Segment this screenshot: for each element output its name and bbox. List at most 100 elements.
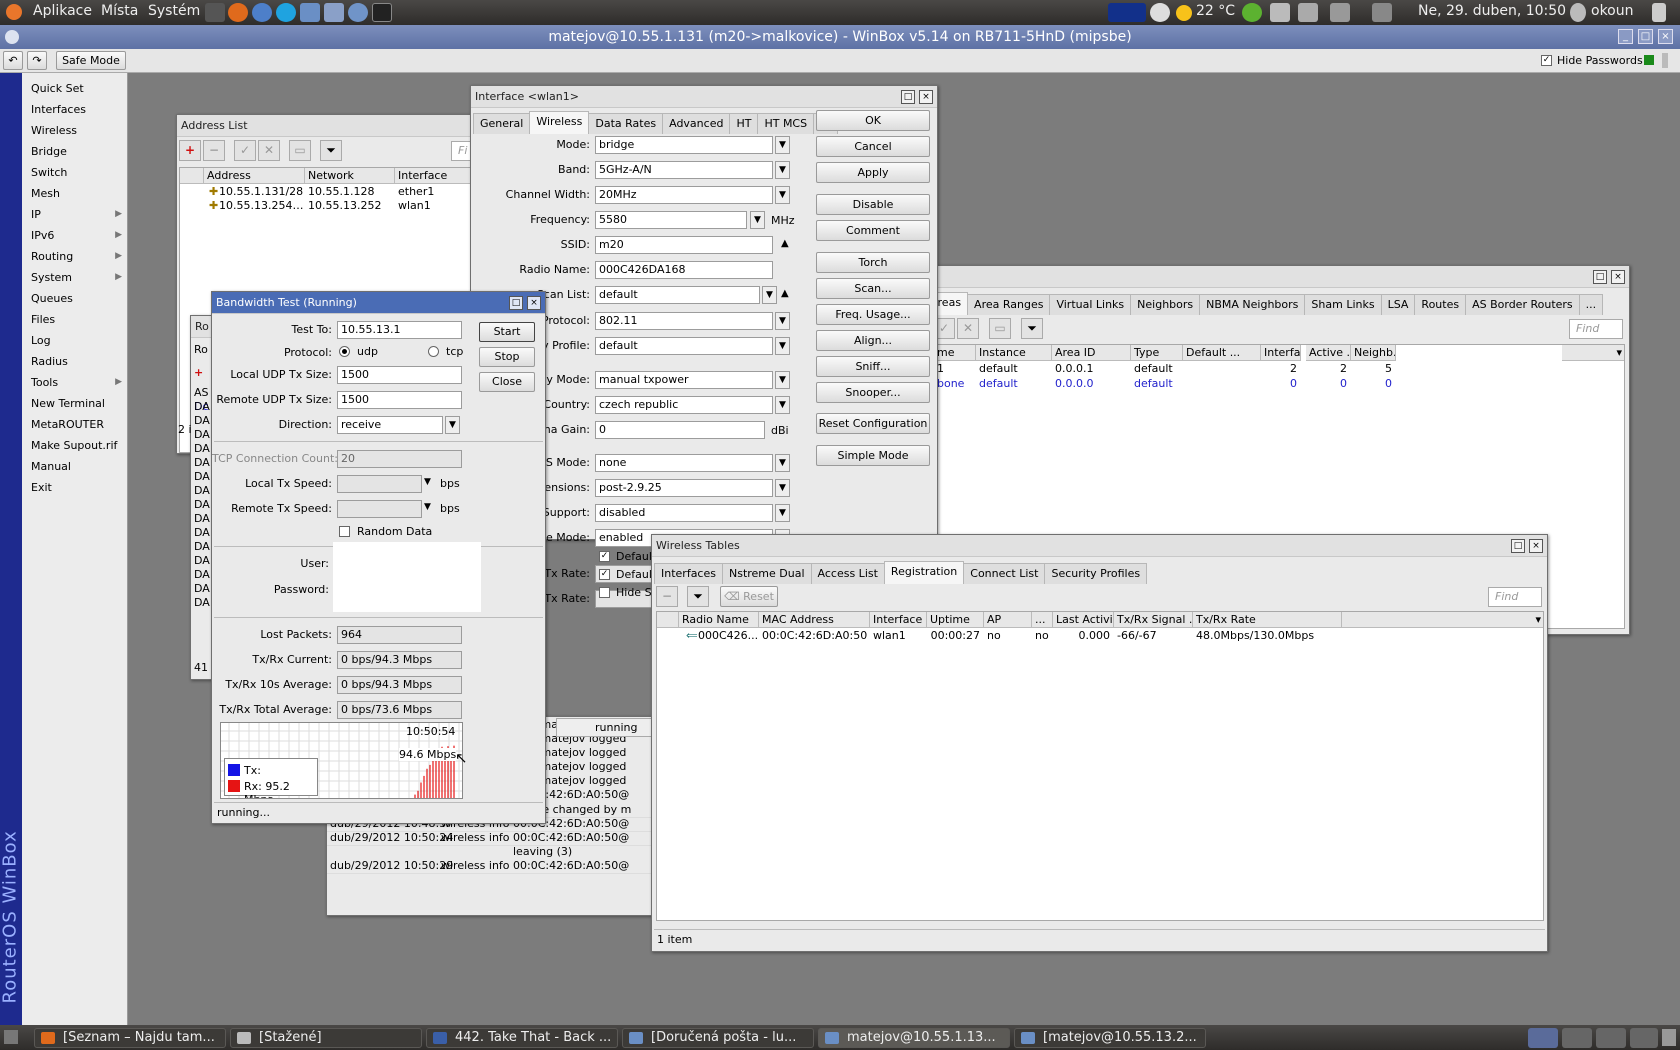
- table-cell[interactable]: default: [976, 377, 1052, 391]
- button-torch[interactable]: Torch: [816, 252, 930, 273]
- table-row-network[interactable]: 10.55.13.252: [305, 199, 393, 213]
- wireless-col-3[interactable]: Uptime: [927, 612, 984, 628]
- tab-area-ranges[interactable]: Area Ranges: [967, 294, 1051, 315]
- comment-button[interactable]: ▭: [289, 140, 311, 161]
- tcp-count-input[interactable]: 20: [337, 450, 462, 468]
- table-cell[interactable]: wlan1: [870, 629, 927, 643]
- button-comment[interactable]: Comment: [816, 220, 930, 241]
- safe-mode-button[interactable]: Safe Mode: [56, 51, 126, 70]
- log-time[interactable]: dub/29/2012 10:50:29: [330, 859, 453, 873]
- bandwidth-test-window[interactable]: Bandwidth Test (Running) □ × Test To: 10…: [211, 291, 546, 824]
- tab-sham-links[interactable]: Sham Links: [1304, 294, 1382, 315]
- workspace-switcher-4[interactable]: [1630, 1028, 1658, 1048]
- interface-close-button[interactable]: ×: [919, 90, 933, 104]
- field-input[interactable]: 802.11: [595, 312, 773, 330]
- table-row-address[interactable]: 10.55.1.131/28: [216, 185, 304, 199]
- button-sniff-[interactable]: Sniff...: [816, 356, 930, 377]
- field-dropdown-icon[interactable]: ▼: [775, 454, 790, 472]
- tab-interfaces[interactable]: Interfaces: [654, 563, 723, 584]
- tab-ht[interactable]: HT: [729, 113, 759, 134]
- hide-passwords-checkbox[interactable]: ✓: [1541, 55, 1552, 66]
- tab--[interactable]: ...: [1578, 294, 1604, 315]
- pidgin-launcher-icon[interactable]: [252, 3, 272, 22]
- ospf-col-2[interactable]: Area ID: [1052, 345, 1131, 361]
- table-cell[interactable]: 0: [1306, 377, 1351, 391]
- wireless-find-input[interactable]: Find: [1488, 587, 1542, 607]
- table-cell[interactable]: 48.0Mbps/130.0Mbps: [1193, 629, 1342, 643]
- tab-nbma-neighbors[interactable]: NBMA Neighbors: [1199, 294, 1306, 315]
- field-input[interactable]: none: [595, 454, 773, 472]
- start-button[interactable]: Start: [479, 322, 535, 342]
- list-item[interactable]: DA: [194, 414, 210, 427]
- direction-dropdown-icon[interactable]: ▼: [445, 416, 460, 434]
- credentials-area[interactable]: [333, 542, 481, 612]
- field-dropdown-icon[interactable]: ▼: [775, 396, 790, 414]
- mail-icon[interactable]: [1372, 3, 1392, 22]
- ubuntu-logo-icon[interactable]: [6, 4, 22, 20]
- sidebar-item-metarouter[interactable]: MetaROUTER: [22, 414, 126, 435]
- skype-launcher-icon[interactable]: [276, 3, 296, 22]
- terminal-launcher-icon[interactable]: [205, 3, 225, 22]
- update-check-icon[interactable]: [1242, 3, 1262, 22]
- enable-button[interactable]: ✓: [234, 140, 256, 161]
- wireless-col-check[interactable]: [657, 612, 679, 628]
- wireless-col-4[interactable]: AP: [984, 612, 1032, 628]
- button-cancel[interactable]: Cancel: [816, 136, 930, 157]
- undo-button[interactable]: ↶: [3, 51, 23, 70]
- menu-applications[interactable]: Aplikace: [33, 3, 92, 19]
- table-row-interface[interactable]: wlan1: [395, 199, 474, 213]
- sidebar-item-ip[interactable]: IP ▶: [22, 204, 126, 225]
- table-row-interface[interactable]: ether1: [395, 185, 474, 199]
- add-button[interactable]: +: [179, 140, 201, 161]
- stop-button[interactable]: Stop: [479, 347, 535, 367]
- signal-strength-icon[interactable]: [1270, 3, 1290, 22]
- wireless-col-0[interactable]: Radio Name: [679, 612, 759, 628]
- table-cell[interactable]: -66/-67: [1114, 629, 1193, 643]
- table-cell[interactable]: 2: [1306, 362, 1351, 376]
- network-launcher-icon[interactable]: [348, 3, 368, 22]
- app-launcher-icon[interactable]: [300, 3, 320, 22]
- show-desktop-icon[interactable]: [4, 1030, 18, 1044]
- table-cell[interactable]: bone: [934, 377, 976, 391]
- remote-tx-dropdown-icon[interactable]: ▼: [424, 502, 431, 512]
- default-checkbox[interactable]: ✓: [599, 551, 610, 562]
- interface-maximize-button[interactable]: □: [901, 90, 915, 104]
- list-item[interactable]: DA: [194, 596, 210, 609]
- sidebar-item-bridge[interactable]: Bridge: [22, 141, 126, 162]
- list-item[interactable]: DA: [194, 456, 210, 469]
- address-col-interface[interactable]: Interface: [395, 168, 474, 184]
- tab-data-rates[interactable]: Data Rates: [588, 113, 664, 134]
- taskbar-item[interactable]: 442. Take That - Back ...: [426, 1028, 618, 1048]
- menu-places[interactable]: Místa: [101, 3, 138, 19]
- ospf-col-0[interactable]: me: [934, 345, 976, 361]
- ospf-close-button[interactable]: ×: [1611, 270, 1625, 284]
- table-cell[interactable]: [1183, 377, 1261, 391]
- field-dropdown-icon[interactable]: ▼: [775, 479, 790, 497]
- table-cell[interactable]: 0: [1351, 377, 1396, 391]
- trash-icon[interactable]: [1662, 1029, 1676, 1046]
- field-input[interactable]: 20MHz: [595, 186, 773, 204]
- table-row-address[interactable]: 10.55.13.254…: [216, 199, 304, 213]
- tab-registration[interactable]: Registration: [883, 561, 965, 584]
- local-udp-input[interactable]: 1500: [337, 366, 462, 384]
- list-item[interactable]: DA: [194, 582, 210, 595]
- list-item[interactable]: DA: [194, 484, 210, 497]
- table-cell[interactable]: default: [976, 362, 1052, 376]
- ospf-find-input[interactable]: Find: [1569, 319, 1623, 339]
- test-to-input[interactable]: 10.55.13.1: [337, 321, 462, 339]
- list-item[interactable]: AS: [194, 386, 209, 399]
- udp-radio[interactable]: [339, 346, 350, 357]
- tab-routes[interactable]: Routes: [1414, 294, 1467, 315]
- address-col-network[interactable]: Network: [305, 168, 395, 184]
- close-button[interactable]: Close: [479, 372, 535, 392]
- remote-tx-input[interactable]: [337, 500, 422, 518]
- calculator-launcher-icon[interactable]: [324, 3, 344, 22]
- field-dropdown-icon[interactable]: ▼: [775, 312, 790, 330]
- field-input[interactable]: disabled: [595, 504, 773, 522]
- sidebar-item-manual[interactable]: Manual: [22, 456, 126, 477]
- field-dropdown-icon[interactable]: ▼: [775, 371, 790, 389]
- tab-ht-mcs[interactable]: HT MCS: [757, 113, 815, 134]
- local-tx-input[interactable]: [337, 475, 422, 493]
- table-row-network[interactable]: 10.55.1.128: [305, 185, 393, 199]
- list-item[interactable]: DA: [194, 526, 210, 539]
